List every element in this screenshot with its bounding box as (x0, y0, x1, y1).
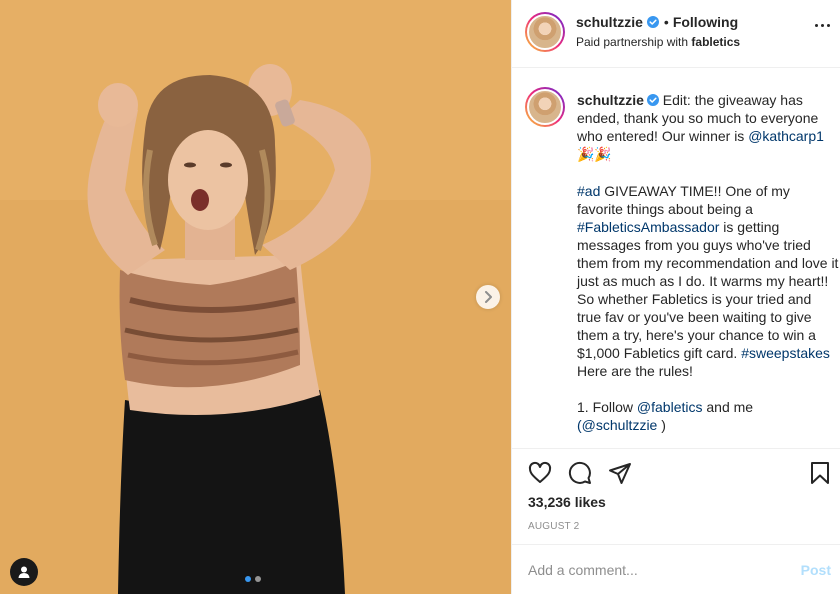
post-caption: schultzzie Edit: the giveaway has ended,… (577, 91, 839, 448)
more-options-button[interactable] (815, 24, 830, 27)
mention-link[interactable]: @kathcarp1 (748, 128, 824, 144)
caption-paragraph-1: schultzzie Edit: the giveaway has ended,… (577, 91, 839, 164)
partnership-prefix: Paid partnership with (576, 35, 689, 49)
mention-link[interactable]: @fabletics (637, 399, 703, 415)
user-tag-icon (18, 566, 30, 578)
post-date[interactable]: AUGUST 2 (528, 521, 579, 532)
caption-paragraph-3: 1. Follow @fabletics and me (@schultzzie … (577, 398, 839, 434)
hashtag-link[interactable]: #ad (577, 183, 600, 199)
following-button[interactable]: Following (673, 14, 738, 30)
separator-bullet: • (663, 14, 669, 30)
caption-text: is getting messages from you guys who've… (577, 219, 839, 361)
verified-badge-icon (646, 94, 659, 106)
caption-text: and me (702, 399, 754, 415)
post-header: schultzzie • Following Paid partnership … (512, 0, 840, 68)
caption-text: GIVEAWAY TIME!! One of my favorite thing… (577, 183, 790, 217)
partner-link[interactable]: fabletics (691, 35, 740, 49)
caption-text: ) (657, 417, 666, 433)
post-actions: 33,236 likes AUGUST 2 (512, 448, 840, 544)
carousel-dot-2 (255, 576, 261, 582)
add-comment-bar: Post (512, 544, 840, 594)
more-dot-icon (821, 24, 824, 27)
verified-badge-icon (646, 16, 659, 28)
caption-text: 1. Follow (577, 399, 637, 415)
more-dot-icon (815, 24, 818, 27)
hashtag-link[interactable]: #FableticsAmbassador (577, 219, 719, 235)
comments-section[interactable]: schultzzie Edit: the giveaway has ended,… (512, 68, 840, 448)
next-photo-button[interactable] (476, 285, 500, 309)
chevron-right-icon (485, 291, 492, 303)
hashtag-link[interactable]: #sweepstakes (741, 345, 830, 361)
post-photo (0, 0, 511, 594)
more-dot-icon (827, 24, 830, 27)
tagged-users-button[interactable] (10, 558, 38, 586)
comment-icon[interactable] (568, 461, 592, 485)
carousel-dot-1 (245, 576, 251, 582)
paper-plane-icon[interactable] (608, 461, 632, 485)
post-comment-button[interactable]: Post (801, 562, 831, 578)
bookmark-icon[interactable] (808, 461, 832, 485)
paid-partnership-label: Paid partnership with fabletics (576, 35, 740, 49)
comment-input[interactable] (528, 559, 778, 581)
caption-avatar[interactable] (525, 87, 565, 127)
carousel-indicator (245, 576, 261, 582)
post-sidebar: schultzzie • Following Paid partnership … (511, 0, 840, 594)
avatar[interactable] (525, 12, 565, 52)
caption-username-link[interactable]: schultzzie (577, 92, 644, 108)
party-popper-icon: 🎉🎉 (577, 147, 612, 163)
likes-count[interactable]: 33,236 likes (528, 494, 606, 510)
username-link[interactable]: schultzzie (576, 14, 643, 30)
mention-link[interactable]: (@schultzzie (577, 417, 657, 433)
post-media[interactable] (0, 0, 511, 594)
caption-text: Here are the rules! (577, 363, 693, 379)
heart-icon[interactable] (528, 461, 552, 485)
caption-paragraph-2: #ad GIVEAWAY TIME!! One of my favorite t… (577, 182, 839, 380)
